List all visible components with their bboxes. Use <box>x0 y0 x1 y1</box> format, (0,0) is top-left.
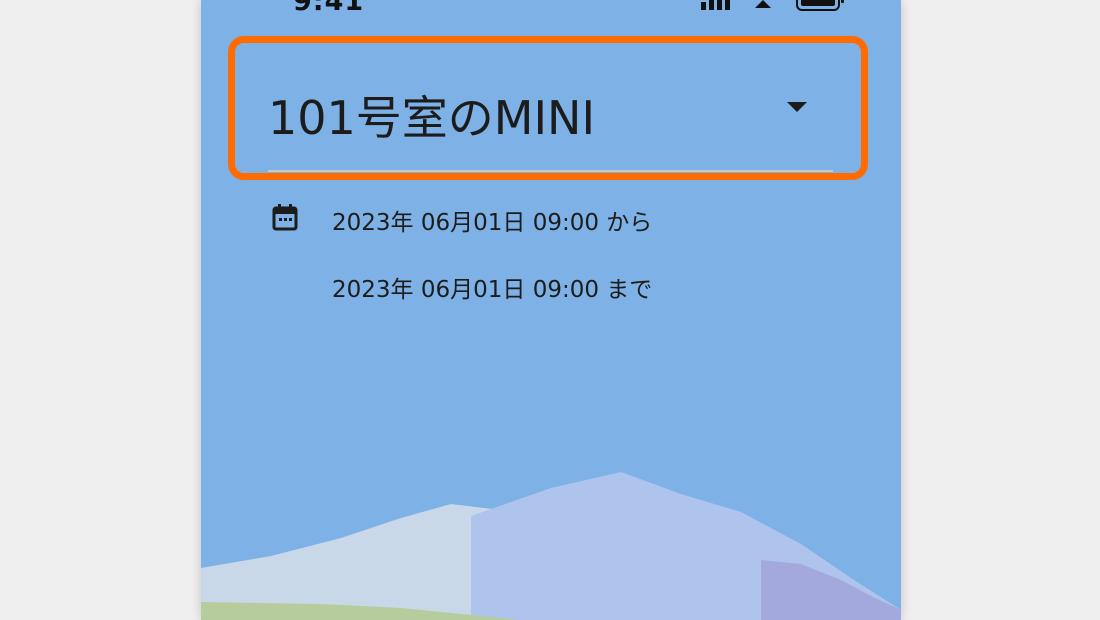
schedule-to-text: 2023年 06月01日 09:00 まで <box>332 277 653 303</box>
screen-stage: 9:41 101号室のMINI 2023年 06月01日 09:00 から 20… <box>0 0 1100 620</box>
signal-icon <box>701 0 730 10</box>
select-underline <box>268 170 833 172</box>
wifi-icon <box>755 0 771 8</box>
status-time: 9:41 <box>293 0 365 17</box>
device-select[interactable]: 101号室のMINI <box>268 78 833 172</box>
device-select-value: 101号室のMINI <box>268 91 596 145</box>
calendar-icon <box>272 204 298 231</box>
mountain-landscape-illustration <box>201 472 901 620</box>
phone-screen: 9:41 101号室のMINI 2023年 06月01日 09:00 から 20… <box>201 0 901 620</box>
status-bar: 9:41 <box>201 0 901 17</box>
status-icons <box>701 0 844 11</box>
battery-icon <box>796 0 844 11</box>
schedule-from-text: 2023年 06月01日 09:00 から <box>332 210 653 236</box>
chevron-down-icon[interactable] <box>787 102 807 112</box>
